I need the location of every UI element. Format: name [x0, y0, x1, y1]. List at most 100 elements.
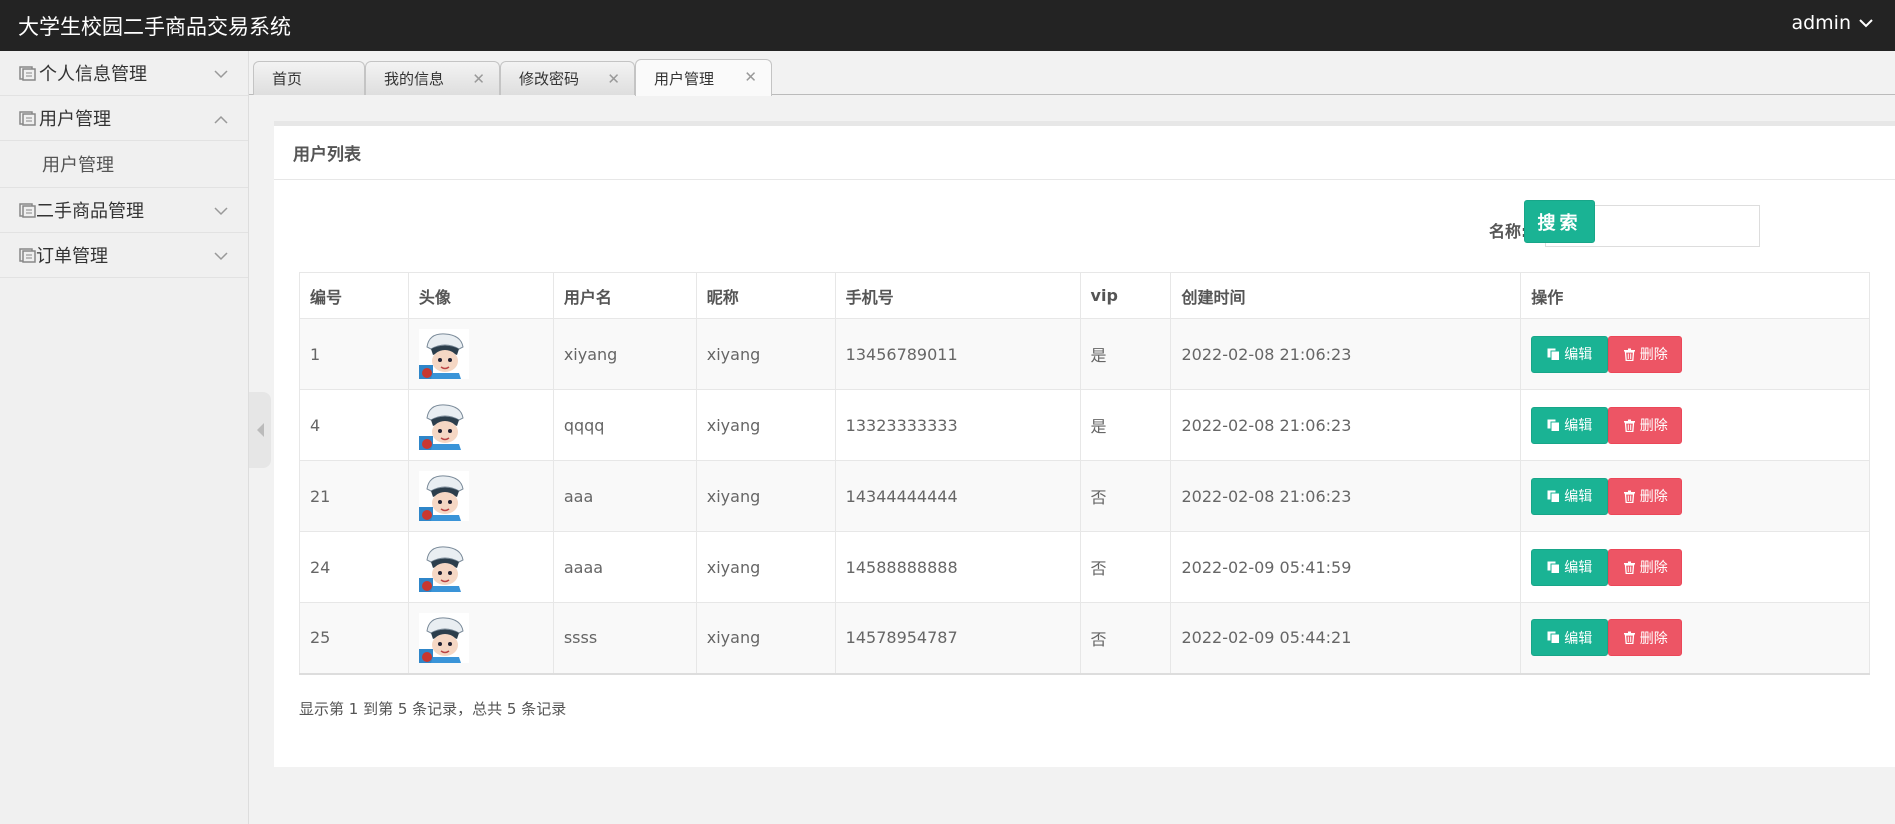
sidebar-item-users[interactable]: 用户管理: [0, 96, 248, 141]
tab-user-management[interactable]: 用户管理 ✕: [635, 59, 772, 96]
cell-nickname-text: xiyang: [706, 415, 761, 435]
cell-vip: 否: [1079, 531, 1172, 603]
copy-icon: [1547, 490, 1561, 503]
cell-phone-text: 13323333333: [845, 415, 958, 435]
cell-phone-text: 14588888888: [845, 557, 958, 577]
delete-button[interactable]: 删除: [1608, 619, 1683, 657]
edit-button[interactable]: 编辑: [1531, 548, 1609, 586]
cell-actions: 编辑 删除: [1520, 602, 1870, 674]
book-icon: [19, 202, 36, 218]
sidebar-item-orders[interactable]: 订单管理: [0, 233, 248, 278]
cell-actions: 编辑 删除: [1520, 531, 1870, 603]
chevron-down-icon: [1859, 18, 1873, 27]
cell-phone-text: 14344444444: [845, 486, 958, 506]
user-name: admin: [1791, 12, 1851, 34]
sidebar-item-profile[interactable]: 个人信息管理: [0, 51, 248, 96]
edit-button-label: 编辑: [1564, 560, 1593, 576]
sidebar-item-goods[interactable]: 二手商品管理: [0, 188, 248, 233]
cell-vip: 否: [1079, 602, 1172, 674]
column-header[interactable]: 头像: [407, 272, 554, 319]
user-menu[interactable]: admin: [1791, 12, 1873, 34]
close-icon[interactable]: ✕: [472, 70, 485, 88]
sidebar-item-label: 订单管理: [36, 246, 108, 267]
cell-vip-text: 是: [1090, 417, 1107, 436]
tab-my-info[interactable]: 我的信息 ✕: [365, 61, 500, 95]
cell-id: 1: [299, 318, 409, 390]
column-header[interactable]: 手机号: [834, 272, 1081, 319]
cell-nickname: xiyang: [695, 602, 836, 674]
search-button[interactable]: 搜索: [1524, 200, 1595, 243]
chevron-up-icon: [214, 115, 228, 124]
cell-vip: 是: [1079, 389, 1172, 461]
cell-created: 2022-02-08 21:06:23: [1170, 460, 1522, 532]
delete-button-label: 删除: [1639, 489, 1668, 505]
cell-created: 2022-02-09 05:41:59: [1170, 531, 1522, 603]
search-label: 名称:: [1489, 222, 1528, 241]
delete-button[interactable]: 删除: [1608, 548, 1683, 586]
sidebar-item-label: 用户管理: [39, 109, 111, 130]
cell-vip-text: 否: [1090, 559, 1107, 578]
edit-button[interactable]: 编辑: [1531, 619, 1609, 657]
top-bar: 大学生校园二手商品交易系统 admin: [0, 0, 1895, 51]
cell-actions: 编辑 删除: [1520, 389, 1870, 461]
table-row: 24 aaaa xiyang 14588888888 否 2022-02-09 …: [299, 531, 1870, 603]
copy-icon: [1547, 348, 1561, 361]
cell-nickname: xiyang: [695, 460, 836, 532]
sidebar-item-label: 个人信息管理: [39, 64, 147, 85]
cell-username-text: aaa: [563, 486, 594, 506]
cell-vip-text: 否: [1090, 629, 1107, 649]
copy-icon: [1547, 561, 1561, 574]
avatar: [418, 542, 469, 592]
panel-title: 用户列表: [274, 126, 1895, 180]
caret-left-icon: [256, 423, 264, 437]
cell-username: aaa: [552, 460, 697, 532]
column-header[interactable]: vip: [1079, 272, 1172, 319]
cell-phone: 14344444444: [834, 460, 1081, 532]
delete-button[interactable]: 删除: [1608, 335, 1683, 373]
table-row: 25 ssss xiyang 14578954787 否 2022-02-09 …: [299, 602, 1870, 674]
column-header[interactable]: 操作: [1520, 272, 1870, 319]
cell-avatar: [407, 460, 554, 532]
column-header[interactable]: 创建时间: [1170, 272, 1522, 319]
delete-button[interactable]: 删除: [1608, 477, 1683, 515]
trash-icon: [1623, 490, 1635, 503]
tab-home[interactable]: 首页: [253, 61, 365, 95]
chevron-down-icon: [214, 207, 228, 216]
edit-button-label: 编辑: [1564, 347, 1593, 363]
sidebar-collapse-handle[interactable]: [249, 392, 271, 468]
cell-username-text: qqqq: [563, 415, 605, 435]
cell-avatar: [407, 318, 554, 390]
cell-phone-text: 13456789011: [845, 344, 958, 364]
cell-actions: 编辑 删除: [1520, 318, 1870, 390]
column-header[interactable]: 昵称: [695, 272, 836, 319]
cell-nickname-text: xiyang: [706, 557, 761, 577]
close-icon[interactable]: ✕: [607, 70, 620, 88]
cell-created: 2022-02-08 21:06:23: [1170, 389, 1522, 461]
avatar: [418, 471, 469, 521]
cell-username: qqqq: [552, 389, 697, 461]
edit-button[interactable]: 编辑: [1531, 335, 1609, 373]
trash-icon: [1623, 419, 1635, 432]
cell-id: 4: [299, 389, 409, 461]
close-icon[interactable]: ✕: [744, 68, 757, 86]
edit-button-label: 编辑: [1564, 489, 1593, 505]
copy-icon: [1547, 419, 1561, 432]
edit-button[interactable]: 编辑: [1531, 477, 1609, 515]
tab-label: 修改密码: [519, 70, 580, 88]
edit-button-label: 编辑: [1564, 418, 1593, 434]
cell-nickname: xiyang: [695, 531, 836, 603]
table-row: 4 qqqq xiyang 13323333333 是 2022-02-08 2…: [299, 389, 1870, 461]
tab-bar: 首页 我的信息 ✕ 修改密码 ✕ 用户管理 ✕: [249, 51, 1895, 96]
delete-button[interactable]: 删除: [1608, 406, 1683, 444]
sidebar-subitem-user-management[interactable]: 用户管理: [0, 141, 248, 188]
cell-nickname: xiyang: [695, 389, 836, 461]
cell-nickname: xiyang: [695, 318, 836, 390]
delete-button-label: 删除: [1639, 560, 1668, 576]
column-header[interactable]: 用户名: [552, 272, 697, 319]
tab-change-password[interactable]: 修改密码 ✕: [500, 61, 635, 95]
edit-button[interactable]: 编辑: [1531, 406, 1609, 444]
cell-id: 21: [299, 460, 409, 532]
column-header[interactable]: 编号: [299, 272, 409, 319]
cell-avatar: [407, 602, 554, 674]
tab-label: 首页: [272, 70, 303, 88]
